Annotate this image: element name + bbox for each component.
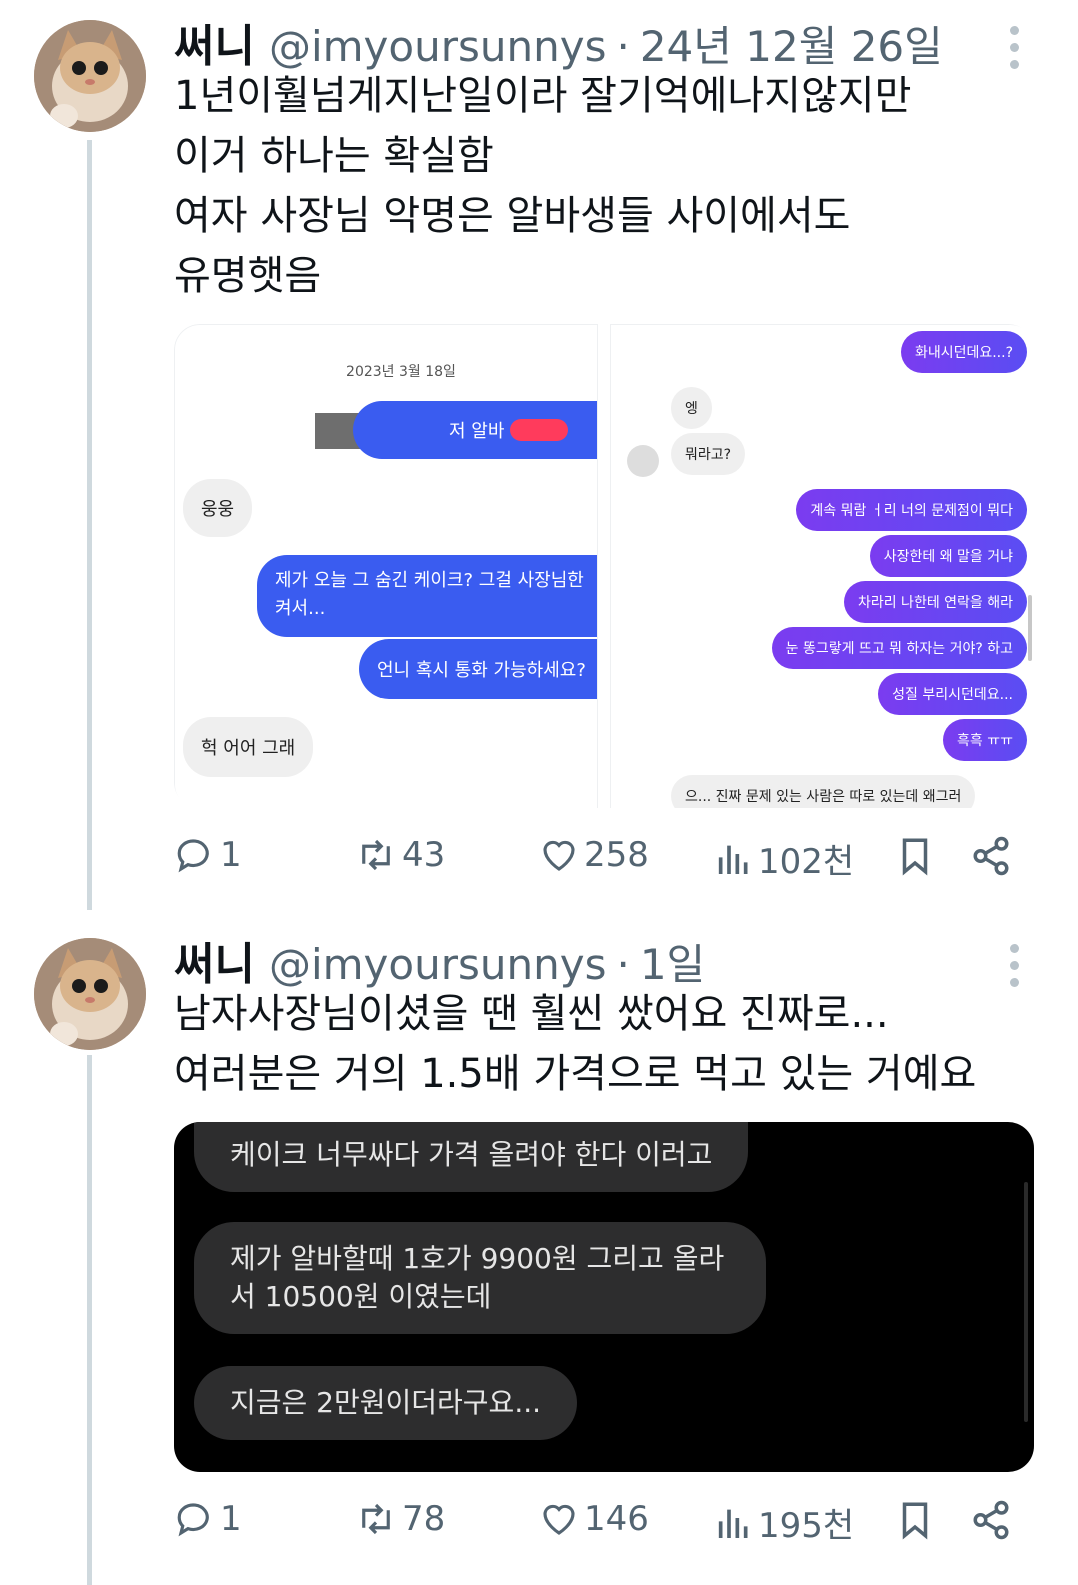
tweet-actions: 1 43 258 102천 xyxy=(174,834,1024,884)
share-button[interactable] xyxy=(970,834,1012,878)
author-name[interactable]: 써니 xyxy=(174,928,255,992)
tweet-header: 써니 @imyoursunnys · 1일 xyxy=(174,928,705,990)
bookmark-icon xyxy=(902,838,928,876)
chat-message: 제가 알바할때 1호가 9900원 그리고 올라 서 10500원 이였는데 xyxy=(194,1222,766,1334)
views-button[interactable]: 195천 xyxy=(714,1498,854,1547)
chat-message: 웅웅 xyxy=(183,479,253,537)
reply-icon xyxy=(177,839,209,873)
author-name[interactable]: 써니 xyxy=(174,10,255,74)
author-handle[interactable]: @imyoursunnys xyxy=(269,22,607,71)
repost-count: 78 xyxy=(402,1499,446,1539)
like-count: 146 xyxy=(584,1499,649,1539)
chat-message: 차라리 나한테 연락을 해라 xyxy=(843,581,1027,623)
chat-message: 화내시던데요...? xyxy=(900,331,1027,373)
like-icon xyxy=(543,1504,575,1535)
redaction-mark xyxy=(510,419,569,441)
reply-button[interactable]: 1 xyxy=(174,1498,242,1540)
share-icon xyxy=(973,1500,1009,1540)
reply-icon xyxy=(177,1503,209,1537)
chat-message: 계속 뭐람 ㅓ리 너의 문제점이 뭐다 xyxy=(796,489,1027,531)
repost-button[interactable]: 78 xyxy=(354,1498,445,1540)
bookmark-icon xyxy=(902,1502,928,1540)
chat-message: 제가 오늘 그 숨긴 케이크? 그걸 사장님한 켜서... xyxy=(257,555,597,637)
separator: · xyxy=(616,22,630,71)
chat-message: 엥 xyxy=(671,387,712,429)
views-icon xyxy=(718,845,748,874)
share-icon xyxy=(973,836,1009,876)
repost-icon xyxy=(362,1503,390,1535)
tweet-media[interactable]: 케이크 너무싸다 가격 올려야 한다 이러고 제가 알바할때 1호가 9900원… xyxy=(174,1122,1034,1472)
avatar[interactable] xyxy=(34,20,146,132)
thread-line xyxy=(87,1055,92,1585)
chat-message: 뭐라고? xyxy=(671,433,746,475)
thread-line xyxy=(87,140,92,910)
bookmark-button[interactable] xyxy=(894,1498,936,1542)
chat-screenshot-right: 화내시던데요...? 엥 뭐라고? 계속 뭐람 ㅓ리 너의 문제점이 뭐다 사장… xyxy=(610,324,1034,808)
chat-message: 지금은 2만원이더라구요... xyxy=(194,1366,578,1440)
tweet-text: 1년이훨넘게지난일이라 잘기억에나지않지만 이거 하나는 확실함 여자 사장님 … xyxy=(174,73,912,299)
scrollbar[interactable] xyxy=(1024,1182,1028,1422)
views-icon xyxy=(718,1509,748,1538)
like-button[interactable]: 146 xyxy=(538,1498,649,1540)
tweet-text: 남자사장님이셨을 땐 훨씬 쌌어요 진짜로... 여러분은 거의 1.5배 가격… xyxy=(174,991,977,1097)
chat-message: 으... 진짜 문제 있는 사람은 따로 있는데 왜그러 xyxy=(671,775,976,808)
repost-icon xyxy=(362,839,390,871)
chat-message: 성질 부리시던데요... xyxy=(878,673,1027,715)
like-button[interactable]: 258 xyxy=(538,834,649,876)
chat-message: 눈 똥그랗게 뜨고 뭐 하자는 거야? 하고 xyxy=(771,627,1027,669)
tweet-date[interactable]: 1일 xyxy=(640,931,705,992)
views-button[interactable]: 102천 xyxy=(714,834,854,883)
repost-count: 43 xyxy=(402,835,446,875)
avatar[interactable] xyxy=(34,938,146,1050)
tweet-media[interactable]: 2023년 3월 18일 저 알바 웅웅 제가 오늘 그 숨긴 케이크? 그걸 … xyxy=(174,324,1034,808)
sender-avatar xyxy=(627,445,659,477)
reply-button[interactable]: 1 xyxy=(174,834,242,876)
tweet-actions: 1 78 146 195천 xyxy=(174,1498,1024,1548)
chat-message: 흑흑 ㅠㅠ xyxy=(943,719,1027,761)
reply-count: 1 xyxy=(220,835,242,875)
views-count: 195천 xyxy=(758,1506,855,1546)
scrollbar[interactable] xyxy=(1028,595,1032,661)
like-icon xyxy=(543,840,575,871)
repost-button[interactable]: 43 xyxy=(354,834,445,876)
author-handle[interactable]: @imyoursunnys xyxy=(269,940,607,989)
chat-message: 사장한테 왜 말을 거냐 xyxy=(869,535,1027,577)
like-count: 258 xyxy=(584,835,649,875)
share-button[interactable] xyxy=(970,1498,1012,1542)
chat-screenshot-left: 2023년 3월 18일 저 알바 웅웅 제가 오늘 그 숨긴 케이크? 그걸 … xyxy=(174,324,598,808)
separator: · xyxy=(616,940,630,989)
more-icon[interactable] xyxy=(1010,944,1022,987)
chat-message: 언니 혹시 통화 가능하세요? xyxy=(359,639,597,699)
chat-message: 헉 어어 그래 xyxy=(183,717,314,777)
tweet-date[interactable]: 24년 12월 26일 xyxy=(640,13,943,74)
reply-count: 1 xyxy=(220,1499,242,1539)
bookmark-button[interactable] xyxy=(894,834,936,878)
tweet-header: 써니 @imyoursunnys · 24년 12월 26일 xyxy=(174,10,943,72)
chat-message: 저 알바 xyxy=(353,401,597,459)
chat-message: 케이크 너무싸다 가격 올려야 한다 이러고 xyxy=(194,1122,749,1192)
more-icon[interactable] xyxy=(1010,26,1022,69)
views-count: 102천 xyxy=(758,842,855,882)
chat-date: 2023년 3월 18일 xyxy=(346,364,456,380)
